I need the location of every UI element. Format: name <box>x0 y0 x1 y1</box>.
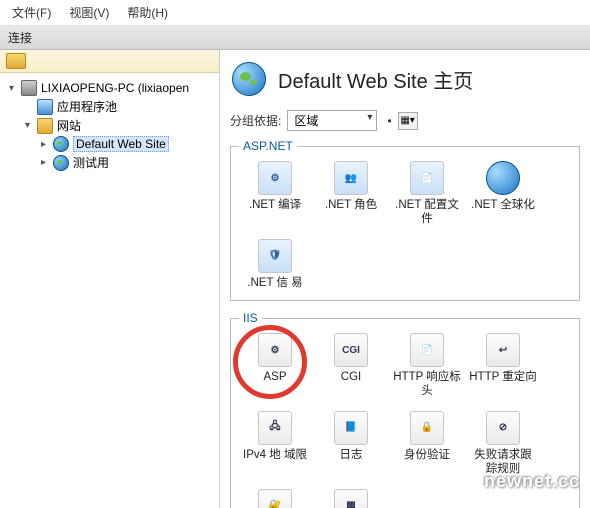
sidebar-toolbar <box>0 50 219 73</box>
logging-icon: 📘 <box>334 411 368 445</box>
group-by-row: 分组依据: 区域 • ▦▾ <box>230 110 580 131</box>
auth-icon: 🔒 <box>410 411 444 445</box>
dropdown-separator: • <box>387 114 391 128</box>
iis-legend: IIS <box>239 311 262 325</box>
feature-authorization-rules[interactable]: 🔐授权规则 <box>239 487 311 508</box>
aspnet-section: ASP.NET ⚙.NET 编译 👥.NET 角色 📄.NET 配置文件 .NE… <box>230 139 580 301</box>
server-icon <box>21 80 37 96</box>
trust-icon: 🛡 <box>258 239 292 273</box>
feature-net-roles[interactable]: 👥.NET 角色 <box>315 159 387 229</box>
group-by-dropdown[interactable]: 区域 <box>287 110 377 131</box>
app-pool-icon <box>37 99 53 115</box>
compile-icon: ⚙ <box>258 161 292 195</box>
feature-authentication[interactable]: 🔒身份验证 <box>391 409 463 479</box>
globe-icon <box>486 161 520 195</box>
tree-default-web-site[interactable]: ▸ Default Web Site <box>36 135 215 153</box>
collapse-icon[interactable]: ▾ <box>22 120 33 131</box>
roles-icon: 👥 <box>334 161 368 195</box>
feature-failed-request-tracing[interactable]: ⊘失败请求跟踪规则 <box>467 409 539 479</box>
tree-server-node[interactable]: ▾ LIXIAOPENG-PC (lixiaopen <box>4 79 215 97</box>
feature-http-response-headers[interactable]: 📄HTTP 响应标头 <box>391 331 463 401</box>
connections-tree: ▾ LIXIAOPENG-PC (lixiaopen 应用程序池 ▾ 网站 ▸ … <box>0 73 219 508</box>
menu-help[interactable]: 帮助(H) <box>127 4 168 21</box>
tree-test-site[interactable]: ▸ 测试用 <box>36 153 215 172</box>
globe-icon <box>232 62 266 96</box>
watermark: newnet.cc <box>484 471 580 492</box>
test-site-label: 测试用 <box>73 154 109 171</box>
feature-net-compile[interactable]: ⚙.NET 编译 <box>239 159 311 229</box>
feature-logging[interactable]: 📘日志 <box>315 409 387 479</box>
group-by-label: 分组依据: <box>230 112 281 129</box>
aspnet-legend: ASP.NET <box>239 139 297 153</box>
feature-view: Default Web Site 主页 分组依据: 区域 • ▦▾ ASP.NE… <box>220 50 590 508</box>
feature-net-globalize[interactable]: .NET 全球化 <box>467 159 539 229</box>
collapse-icon[interactable]: ▾ <box>6 83 17 94</box>
feature-net-profile[interactable]: 📄.NET 配置文件 <box>391 159 463 229</box>
menu-file[interactable]: 文件(F) <box>12 4 51 21</box>
view-mode-button[interactable]: ▦▾ <box>398 112 418 130</box>
http-headers-icon: 📄 <box>410 333 444 367</box>
tree-sites[interactable]: ▾ 网站 <box>20 116 215 135</box>
feature-http-redirect[interactable]: ↩HTTP 重定向 <box>467 331 539 401</box>
sites-label: 网站 <box>57 117 81 134</box>
page-header: Default Web Site 主页 <box>232 62 580 96</box>
folder-icon[interactable] <box>6 53 26 69</box>
menubar: 文件(F) 视图(V) 帮助(H) <box>0 0 590 26</box>
http-redirect-icon: ↩ <box>486 333 520 367</box>
ipv4-icon: 🖧 <box>258 411 292 445</box>
menu-view[interactable]: 视图(V) <box>69 4 109 21</box>
connections-sidebar: ▾ LIXIAOPENG-PC (lixiaopen 应用程序池 ▾ 网站 ▸ … <box>0 50 220 508</box>
sites-folder-icon <box>37 118 53 134</box>
profile-icon: 📄 <box>410 161 444 195</box>
expand-icon[interactable]: ▸ <box>38 139 49 150</box>
app-pool-label: 应用程序池 <box>57 98 117 115</box>
tree-app-pools[interactable]: 应用程序池 <box>20 97 215 116</box>
output-icon: ▦ <box>334 489 368 508</box>
cgi-icon: CGI <box>334 333 368 367</box>
connections-panel-header: 连接 <box>0 26 590 50</box>
globe-icon <box>53 136 69 152</box>
feature-output[interactable]: ▦输出 <box>315 487 387 508</box>
page-title: Default Web Site 主页 <box>278 65 473 94</box>
feature-ipv4[interactable]: 🖧IPv4 地 域限 <box>239 409 311 479</box>
feature-cgi[interactable]: CGICGI <box>315 331 387 401</box>
asp-icon: ⚙ <box>258 333 292 367</box>
spacer-icon <box>22 101 33 112</box>
failed-trace-icon: ⊘ <box>486 411 520 445</box>
authz-icon: 🔐 <box>258 489 292 508</box>
feature-asp[interactable]: ⚙ASP <box>239 331 311 401</box>
default-site-label: Default Web Site <box>73 136 169 152</box>
server-label: LIXIAOPENG-PC (lixiaopen <box>41 81 189 95</box>
globe-icon <box>53 155 69 171</box>
feature-net-trust[interactable]: 🛡.NET 信 易 <box>239 237 311 293</box>
expand-icon[interactable]: ▸ <box>38 157 49 168</box>
